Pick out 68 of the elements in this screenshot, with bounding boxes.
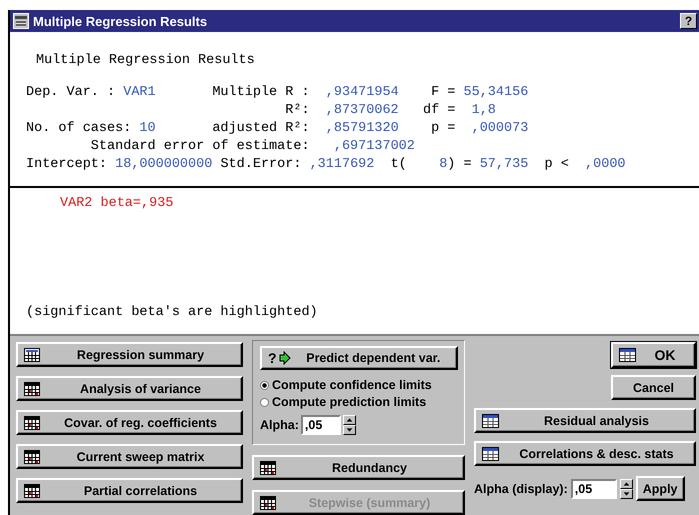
grid-icon [24,382,40,396]
question-mark: ? [268,350,277,366]
spinner[interactable] [342,415,356,435]
dialog-button[interactable]: Partial correlations [16,478,243,503]
result-value: ,87370062 [326,103,399,118]
predict-button[interactable]: ? Predict dependent var. [260,346,458,370]
result-value: ,000073 [472,121,528,136]
alpha-field[interactable]: ,05 [300,415,341,435]
summary-table-icon [24,348,40,362]
result-value: 55,34156 [464,85,528,100]
result-value: ,3117692 [310,157,374,172]
grid-icon [260,460,276,474]
window-title: Multiple Regression Results [33,14,208,29]
result-value: 8 [439,157,448,172]
result-value: VAR1 [123,85,156,100]
result-value: 57,735 [480,157,528,172]
grid-icon [260,496,276,510]
spinner[interactable] [620,478,633,498]
grid-icon [24,484,40,498]
table-icon [482,414,499,428]
table-icon [482,446,499,460]
result-value: ,93471954 [326,85,399,100]
help-button[interactable]: ? [680,13,697,30]
result-label: p < [544,157,570,172]
result-label: t( [390,157,408,172]
dialog-button[interactable]: Current sweep matrix [16,444,243,469]
result-value: ,697137002 [334,139,415,154]
result-label: ) = [447,157,473,172]
radio-button[interactable] [260,381,269,390]
result-value: 1,8 [472,103,496,118]
apply-button[interactable]: Apply [636,476,684,501]
dialog-button[interactable]: Analysis of variance [16,376,243,401]
dialog-button[interactable]: Correlations & desc. stats [474,441,696,466]
arrow-icon [278,351,291,365]
result-label: p = [430,121,456,136]
alpha-display-label: Alpha (display): [474,482,568,496]
note-text: (significant beta's are highlighted) [26,305,319,320]
grid-icon [24,450,40,464]
cancel-button[interactable]: Cancel [611,375,696,400]
result-label: Multiple R : [211,85,311,100]
results-heading: Multiple Regression Results [36,53,256,68]
ok-button[interactable]: OK [611,342,696,368]
result-label: df = [422,103,456,118]
grid-icon [24,416,40,430]
result-label: Dep. Var. : [26,85,116,100]
table-icon [619,348,636,362]
result-label: adjusted R²: [211,121,311,136]
result-label: Standard error of estimate: [90,139,311,154]
result-value: 18,000000000 [115,157,212,172]
result-label: R²: [284,103,311,118]
alpha-label: Alpha: [260,418,299,432]
result-value: ,85791320 [326,121,399,136]
result-label: No. of cases: [26,121,132,136]
result-label: Intercept: [26,157,108,172]
radio-button[interactable] [260,398,269,407]
dialog-button[interactable]: Covar. of reg. coefficients [16,410,243,435]
app-icon [13,13,29,30]
radio-label[interactable]: Compute prediction limits [272,395,426,410]
alpha-display-field[interactable]: ,05 [570,478,617,498]
result-label: Std.Error: [219,157,302,172]
dialog-button[interactable]: Regression summary [16,342,243,367]
dialog-button[interactable]: Redundancy [252,455,465,480]
result-label: F = [430,85,456,100]
dialog-button[interactable]: Residual analysis [474,408,696,433]
beta-text: VAR2 beta=,935 [60,196,174,212]
radio-label[interactable]: Compute confidence limits [272,378,432,393]
result-value: 10 [139,121,156,136]
result-value: ,0000 [585,157,626,172]
